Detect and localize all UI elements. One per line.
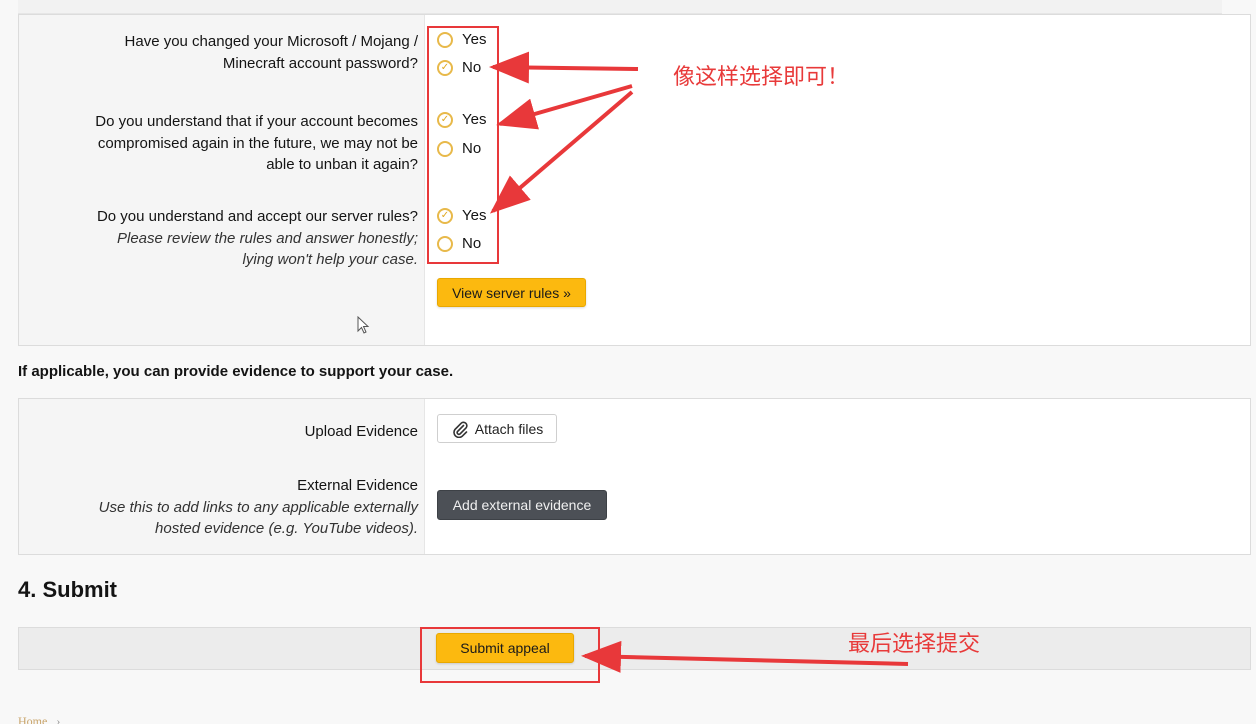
question-rules-label: Do you understand and accept our server … bbox=[97, 206, 418, 271]
top-section-edge bbox=[18, 0, 1222, 14]
question-rules-hint: lying won't help your case. bbox=[242, 251, 418, 268]
question-compromised-label: Do you understand that if your account b… bbox=[95, 113, 418, 173]
submit-heading: 4. Submit bbox=[18, 577, 118, 602]
question-rules-hint: Please review the rules and answer hones… bbox=[117, 229, 418, 247]
annotation-submit-highlight-box bbox=[420, 627, 600, 683]
external-evidence-label: External Evidence Use this to add links … bbox=[99, 475, 418, 540]
add-external-evidence-button[interactable]: Add external evidence bbox=[437, 490, 607, 520]
view-server-rules-button[interactable]: View server rules » bbox=[437, 278, 586, 307]
chevron-right-icon: › bbox=[56, 714, 61, 724]
breadcrumb: Home › bbox=[18, 714, 60, 724]
submit-bar bbox=[18, 627, 1251, 670]
annotation-finally-submit: 最后选择提交 bbox=[848, 632, 981, 657]
breadcrumb-home-link[interactable]: Home bbox=[18, 714, 47, 724]
question-password-label: Have you changed your Microsoft / Mojang… bbox=[124, 33, 418, 72]
external-evidence-hint: Use this to add links to any applicable … bbox=[98, 498, 418, 516]
external-evidence-hint: hosted evidence (e.g. YouTube videos). bbox=[155, 520, 418, 537]
paperclip-icon bbox=[452, 421, 468, 438]
evidence-intro-text: If applicable, you can provide evidence … bbox=[18, 363, 454, 380]
attach-files-button[interactable]: Attach files bbox=[437, 414, 557, 443]
upload-evidence-label: Upload Evidence bbox=[304, 423, 418, 440]
annotation-choose-like-this: 像这样选择即可！ bbox=[673, 65, 850, 90]
mouse-cursor-icon bbox=[357, 316, 370, 334]
annotation-radio-highlight-box bbox=[427, 26, 499, 264]
